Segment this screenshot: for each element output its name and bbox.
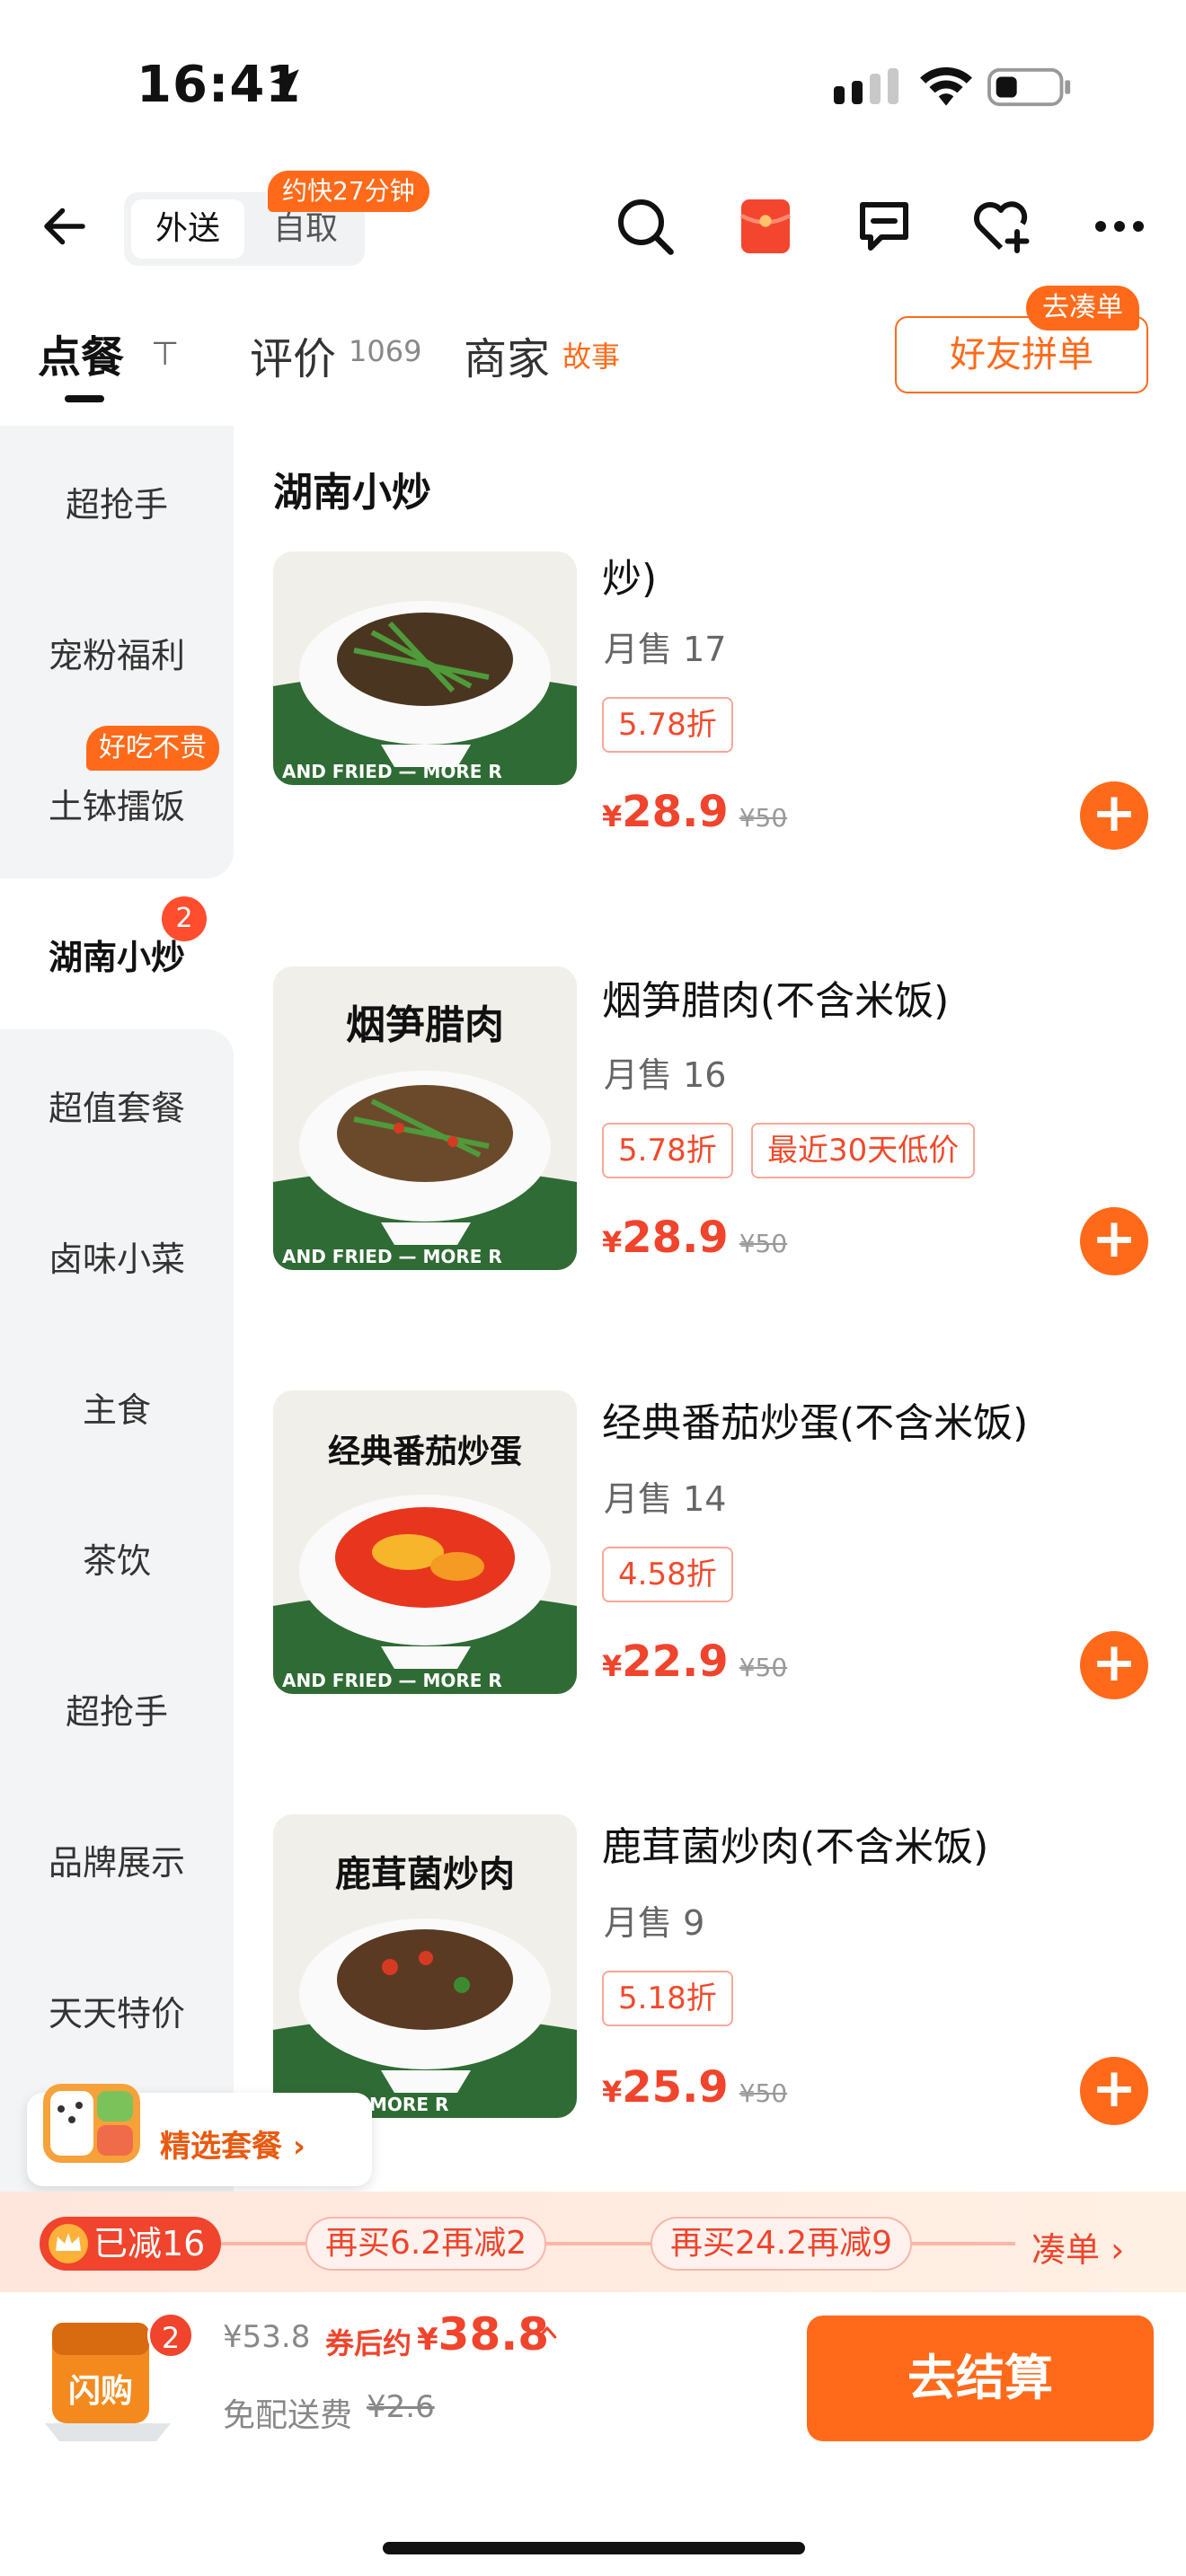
- dish-monthly-sales: 月售 16: [604, 1055, 727, 1095]
- heart-plus-icon[interactable]: [969, 194, 1033, 259]
- sidebar-promo-tag: 好吃不贵: [86, 726, 219, 771]
- dish-monthly-sales: 月售 17: [604, 630, 727, 669]
- cart-count-badge: 2: [147, 2312, 194, 2359]
- discount-tag: 5.18折: [602, 1971, 733, 2026]
- original-total: ¥53.8: [223, 2319, 311, 2355]
- sidebar-item-label: 土钵擂饭: [48, 786, 185, 826]
- dish-name[interactable]: 烟笋腊肉(不含米饭): [602, 968, 949, 1026]
- original-price: ¥50: [739, 803, 788, 833]
- sidebar-item-value-set[interactable]: 超值套餐: [0, 1029, 234, 1180]
- home-indicator: [383, 2542, 805, 2554]
- section-title: 湖南小炒: [273, 470, 431, 516]
- dish-image-caption: AND FRIED — MORE R: [282, 761, 502, 782]
- sidebar-item-braised-sides[interactable]: 卤味小菜: [0, 1180, 234, 1331]
- original-price: ¥50: [739, 2078, 788, 2108]
- dish-price: ¥28.9 ¥50: [602, 787, 788, 837]
- dish-image[interactable]: 鹿茸菌炒肉 RIED — MORE R: [273, 1814, 577, 2118]
- sidebar-item-label: 宠粉福利: [48, 635, 185, 675]
- free-delivery-label: 免配送费: [223, 2397, 353, 2434]
- gather-order-badge: 去凑单: [1026, 286, 1139, 331]
- signal-icon: [834, 68, 898, 104]
- add-to-cart-button[interactable]: +: [1080, 2057, 1148, 2125]
- dish-name[interactable]: 经典番茄炒蛋(不含米饭): [602, 1390, 1028, 1448]
- dish-image-title: 鹿茸菌炒肉: [335, 1854, 515, 1895]
- merchant-story-label[interactable]: 故事: [562, 334, 620, 375]
- sidebar-item-label: 超抢手: [65, 1691, 168, 1732]
- checkout-button[interactable]: 去结算: [807, 2316, 1154, 2441]
- sidebar-item-label: 主食: [82, 1389, 151, 1430]
- tab-order[interactable]: 点餐: [38, 322, 124, 384]
- tab-merchant[interactable]: 商家: [464, 323, 550, 386]
- cart-label: 闪购: [68, 2373, 133, 2410]
- original-price: ¥50: [739, 1229, 788, 1258]
- sidebar-item-label: 天天特价: [48, 1993, 185, 2033]
- discount-tag: 5.78折: [602, 697, 733, 753]
- dish-name[interactable]: 炒): [602, 546, 657, 604]
- caret-up-icon[interactable]: [534, 2319, 561, 2346]
- chat-icon[interactable]: [852, 194, 916, 259]
- tab-reviews[interactable]: 评价: [250, 323, 336, 386]
- dish-image-title: 经典番茄炒蛋: [328, 1434, 522, 1470]
- add-to-cart-button[interactable]: +: [1080, 781, 1148, 850]
- discount-tag: 4.58折: [602, 1547, 733, 1602]
- discount-step-chip[interactable]: 再买6.2再减2: [305, 2217, 547, 2271]
- add-to-cart-button[interactable]: +: [1080, 1631, 1148, 1699]
- pickup-eta-badge: 约快27分钟: [268, 171, 429, 212]
- original-price: ¥50: [739, 1653, 788, 1682]
- crown-icon: [49, 2224, 88, 2263]
- lowest-price-tag: 最近30天低价: [751, 1123, 976, 1178]
- more-icon[interactable]: [1087, 194, 1152, 259]
- dish-price: ¥28.9 ¥50: [602, 1213, 788, 1263]
- sidebar-item-label: 卤味小菜: [48, 1239, 185, 1279]
- search-icon[interactable]: [613, 194, 677, 259]
- review-count: 1069: [349, 334, 422, 368]
- dish-name[interactable]: 鹿茸菌炒肉(不含米饭): [602, 1814, 988, 1872]
- dish-image[interactable]: 烟笋腊肉 AND FRIED — MORE R: [273, 966, 577, 1270]
- original-delivery-fee: ¥2.6: [367, 2389, 435, 2425]
- add-to-cart-button[interactable]: +: [1080, 1207, 1148, 1275]
- sidebar-item-label: 湖南小炒: [48, 937, 185, 977]
- bento-icon: [43, 2084, 140, 2163]
- dish-image-caption: AND FRIED — MORE R: [282, 1670, 502, 1691]
- sidebar-item-daily-deal[interactable]: 天天特价: [0, 1935, 234, 2086]
- sidebar-item-staple[interactable]: 主食: [0, 1331, 234, 1482]
- sidebar-item-hot-2[interactable]: 超抢手: [0, 1633, 234, 1784]
- after-coupon-label: 券后约: [325, 2326, 412, 2360]
- mode-delivery-tab[interactable]: 外送: [131, 199, 244, 259]
- sidebar-cart-count-badge: 2: [162, 896, 207, 941]
- battery-icon: [987, 67, 1071, 107]
- red-packet-icon[interactable]: [733, 194, 798, 259]
- wifi-icon: [920, 66, 972, 106]
- discount-tag: 5.78折: [602, 1123, 733, 1178]
- dish-monthly-sales: 月售 14: [604, 1479, 727, 1519]
- sidebar-item-brand[interactable]: 品牌展示: [0, 1784, 234, 1935]
- back-arrow-icon[interactable]: [38, 199, 92, 253]
- dish-image[interactable]: 经典番茄炒蛋 AND FRIED — MORE R: [273, 1390, 577, 1694]
- sidebar-item-label: 品牌展示: [48, 1842, 185, 1883]
- sidebar-item-label: 茶饮: [82, 1540, 151, 1581]
- featured-set-label[interactable]: 精选套餐 ›: [160, 2122, 305, 2166]
- sidebar-item-hot[interactable]: 超抢手: [0, 426, 234, 577]
- sidebar-item-drinks[interactable]: 茶饮: [0, 1482, 234, 1633]
- sidebar-item-fan-benefits[interactable]: 宠粉福利: [0, 577, 234, 728]
- pin-top-icon[interactable]: ⊤: [151, 336, 179, 373]
- gather-order-link[interactable]: 凑单 ›: [1031, 2222, 1124, 2272]
- dish-price: ¥22.9 ¥50: [602, 1636, 788, 1687]
- dish-price: ¥25.9 ¥50: [602, 2062, 788, 2113]
- sidebar-item-label: 超抢手: [65, 484, 168, 525]
- final-price: ¥38.8: [417, 2308, 550, 2360]
- dish-image[interactable]: AND FRIED — MORE R: [273, 551, 577, 785]
- dish-image-caption: AND FRIED — MORE R: [282, 1246, 502, 1267]
- discount-step-chip[interactable]: 再买24.2再减9: [651, 2217, 913, 2271]
- dish-image-title: 烟笋腊肉: [346, 1002, 504, 1048]
- dish-monthly-sales: 月售 9: [604, 1903, 705, 1943]
- location-arrow-icon: [270, 69, 299, 98]
- tab-active-indicator: [65, 395, 104, 402]
- sidebar-item-label: 超值套餐: [48, 1088, 185, 1128]
